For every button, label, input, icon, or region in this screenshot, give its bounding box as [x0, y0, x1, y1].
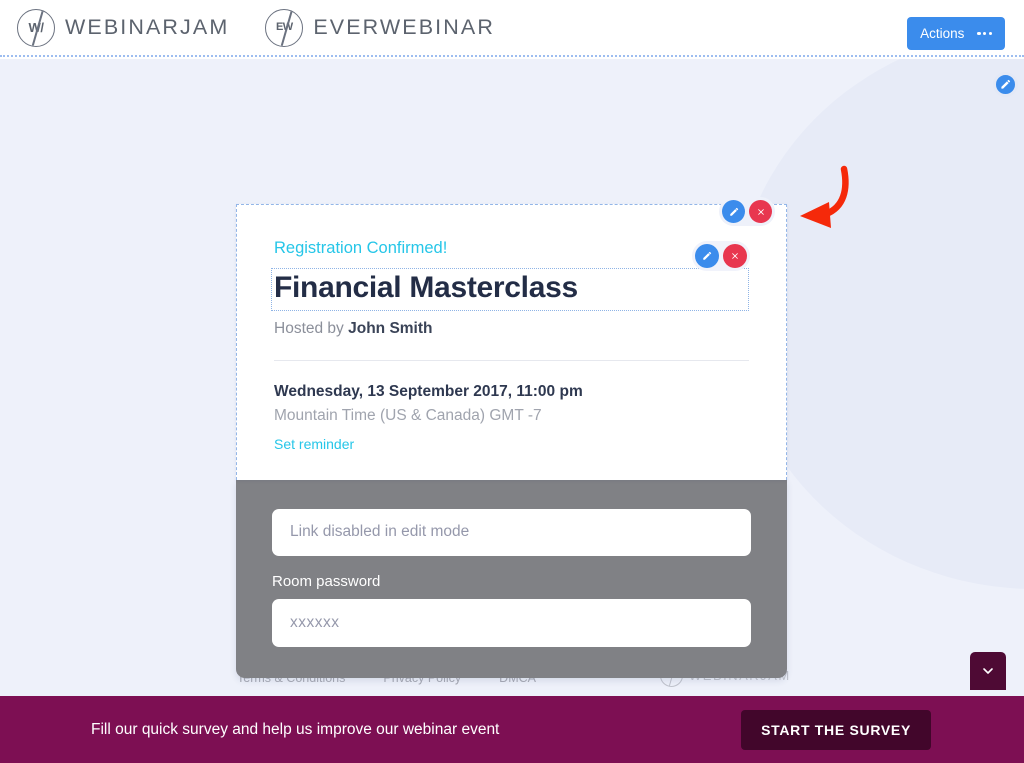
pencil-icon [1001, 79, 1011, 89]
webinarjam-logo-mark-text: W/ [28, 20, 44, 35]
edit-title-button[interactable] [695, 244, 719, 268]
delete-title-button[interactable] [723, 244, 747, 268]
webinarjam-brand-label: WEBINARJAM [65, 15, 230, 39]
actions-button[interactable]: Actions [907, 17, 1005, 50]
hosted-by-label: Hosted by [274, 319, 349, 337]
app-root: W/ WEBINARJAM EW EVERWEBINAR Actions Reg… [0, 0, 1024, 763]
event-title[interactable]: Financial Masterclass [271, 268, 749, 311]
room-password-field[interactable]: xxxxxx [272, 598, 751, 647]
divider [274, 359, 749, 361]
event-timezone: Mountain Time (US & Canada) GMT -7 [274, 406, 542, 424]
x-icon [757, 208, 764, 215]
brand-header: W/ WEBINARJAM EW EVERWEBINAR Actions [0, 0, 1024, 57]
event-date: Wednesday, 13 September 2017, 11:00 pm [274, 382, 583, 400]
block-toolbar [719, 197, 775, 226]
pencil-icon [729, 207, 738, 216]
survey-message: Fill our quick survey and help us improv… [91, 720, 500, 738]
registration-confirmed-text: Registration Confirmed! [274, 239, 448, 257]
everwebinar-logo-icon: EW [265, 8, 304, 47]
curved-arrow-left-icon [800, 165, 849, 228]
ellipsis-icon [977, 31, 992, 36]
edit-page-background-button[interactable] [993, 72, 1018, 97]
webinarjam-brand: W/ WEBINARJAM [17, 8, 230, 47]
room-password-label: Room password [272, 572, 381, 590]
start-survey-button[interactable]: START THE SURVEY [741, 710, 931, 750]
x-icon [732, 253, 738, 259]
host-name: John Smith [348, 319, 433, 337]
pencil-icon [703, 251, 712, 260]
delete-block-button[interactable] [749, 200, 772, 223]
survey-bar: Fill our quick survey and help us improv… [0, 696, 1024, 763]
page-canvas: Registration Confirmed! Financial Master… [0, 59, 1024, 696]
registration-card: Registration Confirmed! Financial Master… [236, 197, 787, 678]
collapse-survey-bar-button[interactable] [970, 652, 1006, 690]
title-toolbar [692, 241, 750, 271]
webinarjam-logo-icon: W/ [17, 8, 55, 47]
host-line: Hosted by John Smith [274, 320, 749, 338]
chevron-down-icon [983, 668, 993, 674]
edit-block-button[interactable] [722, 200, 745, 223]
registration-card-top: Registration Confirmed! Financial Master… [236, 197, 787, 480]
everwebinar-brand-label: EVERWEBINAR [313, 15, 495, 39]
set-reminder-link[interactable]: Set reminder [274, 436, 354, 452]
webinar-link-field[interactable]: Link disabled in edit mode [272, 508, 751, 556]
everwebinar-logo-mark-text: EW [275, 21, 293, 33]
room-access-panel: Link disabled in edit mode Room password… [236, 479, 787, 678]
everwebinar-brand: EW EVERWEBINAR [265, 8, 495, 47]
actions-button-label: Actions [920, 26, 965, 41]
